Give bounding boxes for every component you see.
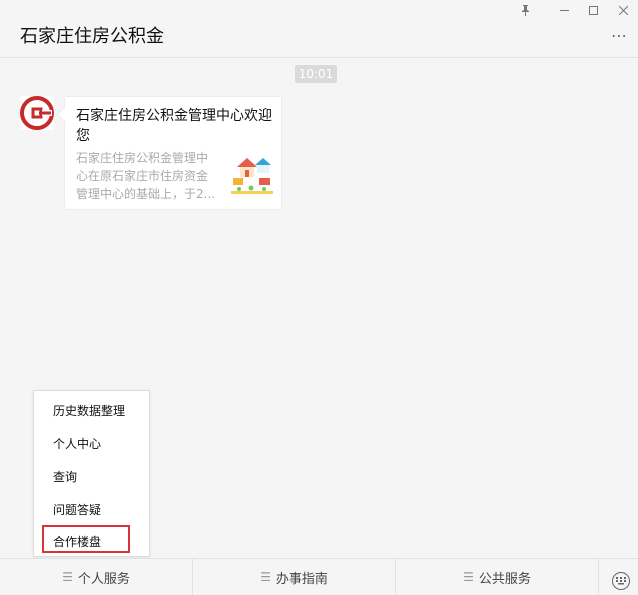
- house-illustration-icon: [231, 158, 273, 194]
- avatar[interactable]: [20, 96, 54, 130]
- chat-title: 石家庄住房公积金: [20, 26, 164, 47]
- menu-item-query[interactable]: 查询: [53, 468, 77, 485]
- maximize-icon[interactable]: [586, 4, 600, 16]
- housing-fund-logo-icon: [20, 96, 54, 130]
- menu-item-faq[interactable]: 问题答疑: [53, 501, 101, 518]
- article-card[interactable]: 石家庄住房公积金管理中心欢迎您 石家庄住房公积金管理中心在原石家庄市住房资金管理…: [64, 96, 282, 210]
- divider: [598, 559, 599, 595]
- more-options-icon[interactable]: ⋯: [611, 26, 628, 45]
- title-bar: 石家庄住房公积金 ⋯: [0, 0, 638, 58]
- tab-label: 办事指南: [275, 571, 328, 587]
- tab-label: 公共服务: [478, 571, 531, 587]
- menu-item-personal-center[interactable]: 个人中心: [53, 435, 101, 452]
- menu-item-history-data[interactable]: 历史数据整理: [53, 402, 125, 419]
- close-icon[interactable]: [616, 4, 630, 16]
- article-title: 石家庄住房公积金管理中心欢迎您: [76, 108, 272, 144]
- tab-personal-service[interactable]: ☰ 个人服务: [0, 559, 192, 595]
- article-description: 石家庄住房公积金管理中心在原石家庄市住房资金管理中心的基础上，于2...: [76, 151, 216, 201]
- tab-label: 个人服务: [77, 571, 130, 587]
- minimize-icon[interactable]: [557, 4, 571, 16]
- menu-lines-icon: ☰: [260, 570, 271, 584]
- service-popup-menu: 历史数据整理 个人中心 查询 问题答疑 合作楼盘: [33, 390, 150, 557]
- keyboard-toggle-icon[interactable]: [612, 572, 630, 590]
- menu-lines-icon: ☰: [62, 570, 73, 584]
- message-timestamp: 10:01: [295, 65, 337, 83]
- tab-service-guide[interactable]: ☰ 办事指南: [193, 559, 395, 595]
- menu-lines-icon: ☰: [463, 570, 474, 584]
- bottom-menu-bar: ☰ 个人服务 ☰ 办事指南 ☰ 公共服务: [0, 558, 638, 595]
- tab-public-service[interactable]: ☰ 公共服务: [396, 559, 598, 595]
- article-thumbnail: [231, 153, 273, 197]
- menu-item-partner-properties[interactable]: 合作楼盘: [53, 533, 101, 550]
- pin-icon[interactable]: [518, 4, 532, 16]
